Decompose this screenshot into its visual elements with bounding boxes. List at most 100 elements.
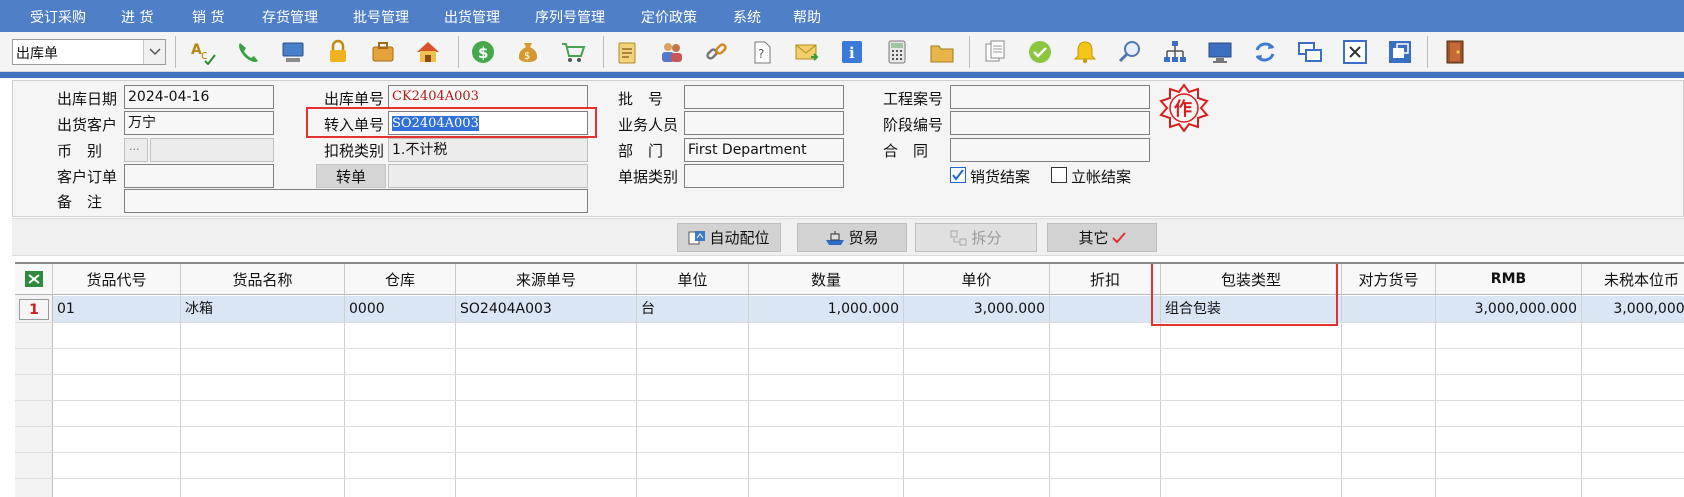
lock-icon[interactable] [323,37,353,67]
cell-untaxed-base[interactable]: 3,000,000.0 [1582,297,1684,321]
cell-code[interactable]: 01 [57,297,75,321]
menu-item-pricing[interactable]: 定价政策 [641,7,697,27]
column-header-rmb[interactable]: RMB [1436,264,1582,295]
column-header-partner-no[interactable]: 对方货号 [1342,264,1436,295]
info-icon[interactable]: i [837,37,867,67]
batch-no-field[interactable] [684,85,844,109]
bell-icon[interactable] [1070,37,1100,67]
cell-unit-price[interactable]: 3,000.000 [904,297,1049,321]
trade-button[interactable]: 贸易 [797,223,907,252]
close-icon[interactable] [1340,37,1370,67]
menu-item-shipping[interactable]: 出货管理 [444,7,500,27]
toolbar-separator [969,36,970,68]
customer-order-field[interactable] [124,164,274,188]
column-header-code[interactable]: 货品代号 [53,264,181,295]
doc-type-select[interactable]: 出库单 [12,39,166,65]
column-header-discount[interactable]: 折扣 [1050,264,1161,295]
other-button[interactable]: 其它 [1047,223,1157,252]
phone-icon[interactable] [233,37,263,67]
menu-item-order-purchase[interactable]: 受订采购 [30,7,86,27]
documents-icon[interactable] [980,37,1010,67]
menu-item-purchase-in[interactable]: 进 货 [121,7,153,27]
help-doc-icon[interactable]: ? [747,37,777,67]
stage-no-field[interactable] [950,111,1150,135]
column-header-package-type[interactable]: 包装类型 [1161,264,1342,295]
money-icon[interactable]: $ [468,37,498,67]
exit-door-icon[interactable] [1440,37,1470,67]
link-icon[interactable] [702,37,732,67]
folder-icon[interactable] [927,37,957,67]
toolbar-divider [0,72,1684,78]
menu-item-batch[interactable]: 批号管理 [353,7,409,27]
batch-no-label: 批 号 [618,90,664,108]
transfer-button[interactable]: 转单 [316,164,386,188]
row-number[interactable]: 1 [19,299,49,320]
cell-name[interactable]: 冰箱 [185,297,213,321]
menu-item-sales[interactable]: 销 货 [192,7,224,27]
column-header-unit-price[interactable]: 单价 [904,264,1050,295]
column-header-warehouse[interactable]: 仓库 [345,264,456,295]
staff-field[interactable] [684,111,844,135]
briefcase-icon[interactable] [368,37,398,67]
split-button[interactable]: 拆分 [915,223,1037,252]
check-icon[interactable] [1025,37,1055,67]
doc-category-field[interactable] [684,164,844,188]
staff-label: 业务人员 [618,116,679,134]
column-header-unit[interactable]: 单位 [637,264,749,295]
currency-lookup-button[interactable]: ··· [124,138,148,162]
remark-field[interactable] [124,189,588,213]
column-header-source-no[interactable]: 来源单号 [456,264,637,295]
action-bar: 自动配位 贸易 拆分 其它 [12,218,1684,256]
chevron-down-icon[interactable] [143,40,165,64]
transfer-no-field[interactable]: SO2404A003 [388,111,588,135]
column-header-name[interactable]: 货品名称 [181,264,345,295]
project-no-field[interactable] [950,85,1150,109]
clipboard-icon[interactable] [612,37,642,67]
sales-close-checkbox[interactable] [950,167,966,183]
menu-item-system[interactable]: 系统 [733,7,761,27]
monitor-icon[interactable] [1205,37,1235,67]
menu-item-serial[interactable]: 序列号管理 [535,7,605,27]
users-icon[interactable] [657,37,687,67]
tax-type-field[interactable]: 1.不计税 [388,138,588,162]
grid-corner[interactable] [15,264,53,295]
auto-allocate-button[interactable]: 自动配位 [677,223,781,252]
excel-export-icon[interactable] [24,270,44,288]
cell-rmb[interactable]: 3,000,000.000 [1436,297,1581,321]
toolbar: 出库单 Ac $ $ ? i [0,32,1684,72]
money-bag-icon[interactable]: $ [513,37,543,67]
toolbar-separator [603,36,604,68]
menu-item-inventory[interactable]: 存货管理 [262,7,318,27]
cart-icon[interactable] [558,37,588,67]
search-icon[interactable] [1115,37,1145,67]
home-icon[interactable] [413,37,443,67]
column-header-quantity[interactable]: 数量 [749,264,904,295]
currency-field[interactable] [150,138,274,162]
cell-package-type[interactable]: 组合包装 [1165,297,1221,321]
cell-unit[interactable]: 台 [641,297,655,321]
contract-label: 合 同 [883,142,929,160]
customer-field[interactable]: 万宁 [124,111,274,135]
department-field[interactable]: First Department [684,138,844,162]
menu-bar: 受订采购 进 货 销 货 存货管理 批号管理 出货管理 序列号管理 定价政策 系… [0,0,1684,32]
restore-icon[interactable] [1385,37,1415,67]
windows-icon[interactable] [1295,37,1325,67]
column-header-untaxed-base[interactable]: 未税本位币 [1582,264,1684,295]
seal-stamp: 作 [1158,82,1210,133]
cell-quantity[interactable]: 1,000.000 [749,297,903,321]
account-close-checkbox[interactable] [1051,167,1067,183]
spellcheck-icon[interactable]: Ac [188,37,218,67]
calculator-icon[interactable] [882,37,912,67]
computer-icon[interactable] [278,37,308,67]
mail-icon[interactable] [792,37,822,67]
menu-item-help[interactable]: 帮助 [793,7,821,27]
date-field[interactable]: 2024-04-16 [124,85,274,109]
doc-type-value: 出库单 [16,46,58,62]
refresh-icon[interactable] [1250,37,1280,67]
cell-source-no[interactable]: SO2404A003 [460,297,552,321]
cell-warehouse[interactable]: 0000 [349,297,385,321]
toolbar-separator [1427,36,1428,68]
out-no-field[interactable]: CK2404A003 [388,85,588,109]
org-chart-icon[interactable] [1160,37,1190,67]
contract-field[interactable] [950,138,1150,162]
